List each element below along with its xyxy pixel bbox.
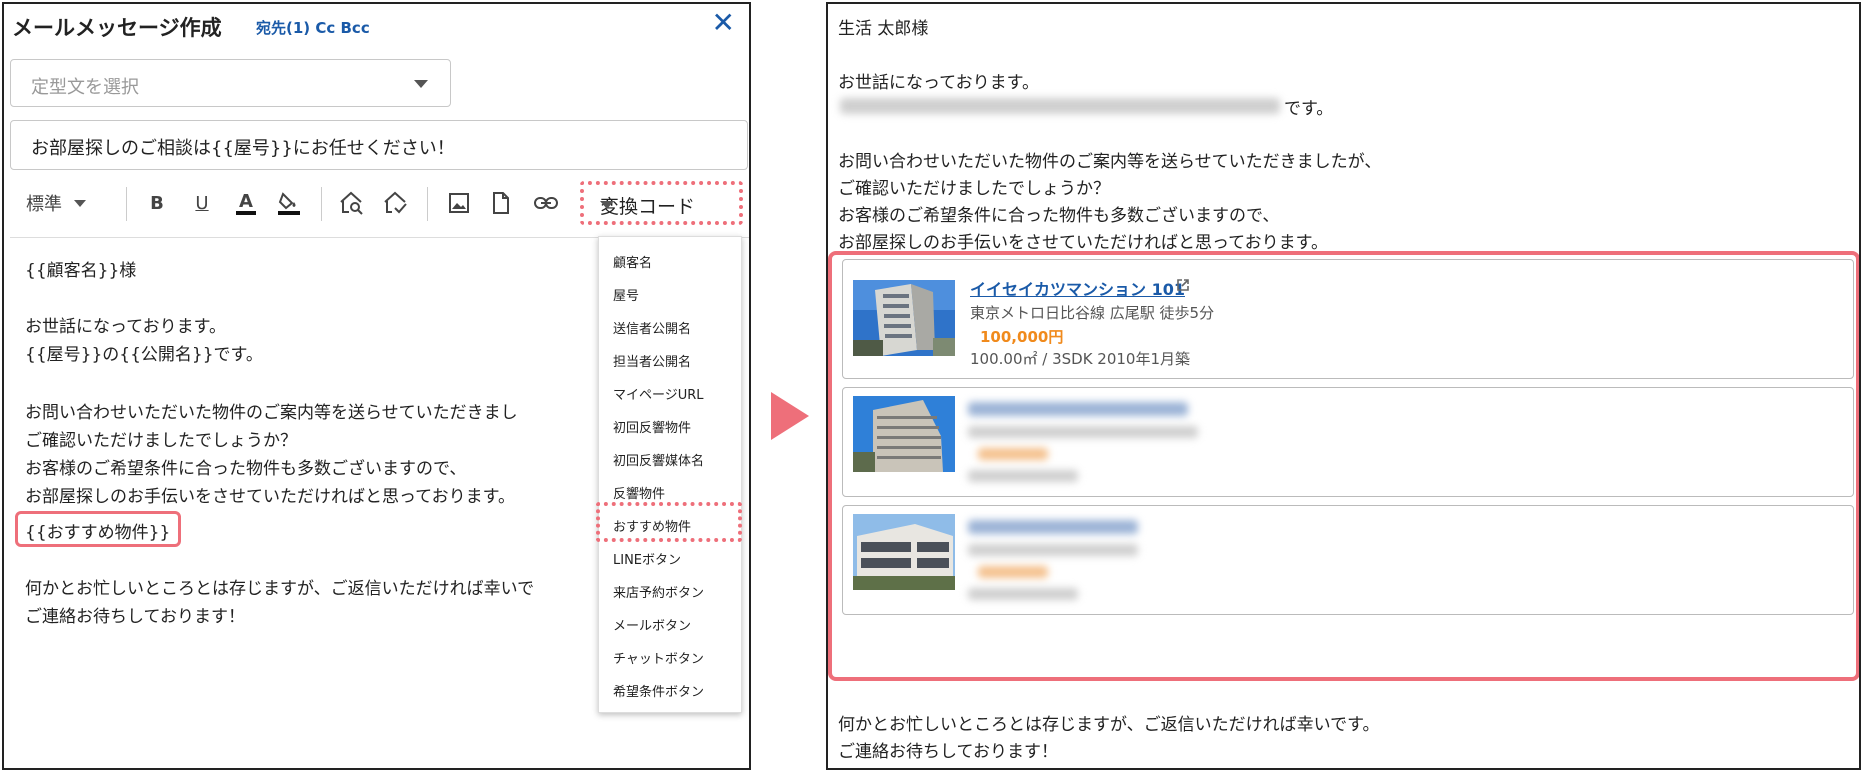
body-line: お客様のご希望条件に合った物件も多数ございますので、	[25, 459, 467, 479]
menu-item[interactable]: チャットボタン	[613, 648, 704, 667]
property-name-link[interactable]: イイセイカツマンション 101	[970, 276, 1185, 300]
blurred-property-info	[968, 544, 1138, 556]
compose-title: メールメッセージ作成	[12, 16, 222, 40]
arrow-right-icon	[771, 392, 809, 440]
svg-text:A: A	[239, 191, 253, 212]
recipients-link[interactable]: 宛先(1) Cc Bcc	[256, 17, 370, 38]
property-detail: 100.00㎡ / 3SDK 2010年1月築	[970, 350, 1191, 368]
menu-item[interactable]: 初回反響媒体名	[613, 450, 704, 469]
property-card[interactable]	[842, 387, 1854, 497]
file-icon[interactable]	[486, 185, 516, 221]
preview-line: です。	[1284, 99, 1334, 119]
menu-item[interactable]: 顧客名	[613, 252, 652, 271]
convert-code-menu: 顧客名 屋号 送信者公開名 担当者公開名 マイページURL 初回反響物件 初回反…	[598, 236, 742, 713]
link-icon[interactable]	[529, 185, 563, 221]
search-replace-icon[interactable]	[336, 185, 366, 221]
menu-item[interactable]: 来店予約ボタン	[613, 582, 704, 601]
font-color-icon[interactable]: A	[231, 185, 261, 221]
placeholder-highlight	[15, 511, 181, 547]
blurred-property-name	[968, 520, 1138, 534]
blurred-property-detail	[968, 588, 1078, 600]
body-line: お世話になっております。	[25, 317, 226, 337]
body-line: お問い合わせいただいた物件のご案内等を送らせていただきまし	[25, 403, 518, 423]
font-size-select[interactable]: 標準	[26, 185, 86, 221]
convert-code-label: 変換コード	[600, 196, 696, 218]
preview-line: ご連絡お待ちしております！	[838, 742, 1058, 762]
menu-item[interactable]: メールボタン	[613, 615, 691, 634]
external-link-icon[interactable]	[1176, 278, 1190, 292]
property-photo	[853, 396, 955, 472]
toolbar-divider	[321, 187, 322, 221]
menu-item[interactable]: マイページURL	[613, 384, 704, 403]
body-line: {{顧客名}}様	[25, 261, 137, 281]
preview-line: お客様のご希望条件に合った物件も多数ございますので、	[838, 206, 1280, 226]
preview-line: 生活 太郎様	[838, 19, 929, 39]
body-line: ご確認いただけましたでしょうか？	[25, 431, 297, 451]
compose-header: メールメッセージ作成 宛先(1) Cc Bcc ✕	[4, 4, 749, 46]
preview-line: お世話になっております。	[838, 73, 1039, 93]
menu-item[interactable]: 反響物件	[613, 483, 665, 502]
template-select-placeholder: 定型文を選択	[31, 77, 139, 98]
blurred-property-price	[978, 448, 1048, 460]
bold-icon[interactable]: B	[142, 185, 172, 221]
toolbar-divider	[126, 187, 127, 221]
menu-item[interactable]: 担当者公開名	[613, 351, 691, 370]
body-line: 何かとお忙しいところとは存じますが、ご返信いただければ幸いで	[25, 579, 535, 599]
property-card[interactable]	[842, 505, 1854, 615]
blurred-property-price	[978, 566, 1048, 578]
property-card[interactable]: イイセイカツマンション 101 東京メトロ日比谷線 広尾駅 徒歩5分 100,0…	[842, 259, 1854, 379]
redo-icon[interactable]	[380, 185, 410, 221]
menu-item[interactable]: 初回反響物件	[613, 417, 691, 436]
blurred-property-detail	[968, 470, 1078, 482]
preview-line: お問い合わせいただいた物件のご案内等を送らせていただきましたが、	[838, 152, 1382, 172]
preview-line: 何かとお忙しいところとは存じますが、ご返信いただければ幸いです。	[838, 715, 1380, 735]
menu-item[interactable]: 屋号	[613, 285, 639, 304]
preview-line: ご確認いただけましたでしょうか？	[838, 179, 1110, 199]
recommended-properties: イイセイカツマンション 101 東京メトロ日比谷線 広尾駅 徒歩5分 100,0…	[828, 251, 1859, 681]
fill-color-icon[interactable]	[274, 185, 304, 221]
property-price: 100,000円	[980, 328, 1064, 346]
property-photo	[853, 514, 955, 590]
subject-value: お部屋探しのご相談は{{屋号}}にお任せください！	[31, 138, 455, 159]
compose-panel: メールメッセージ作成 宛先(1) Cc Bcc ✕ 定型文を選択 お部屋探しのご…	[2, 2, 751, 770]
property-station: 東京メトロ日比谷線 広尾駅 徒歩5分	[970, 304, 1215, 322]
toolbar-divider	[427, 187, 428, 221]
convert-code-button[interactable]: 変換コード	[580, 181, 743, 225]
chevron-down-icon	[414, 80, 428, 88]
preview-panel: 生活 太郎様 お世話になっております。 です。 お問い合わせいただいた物件のご案…	[826, 2, 1861, 770]
font-size-label: 標準	[26, 194, 62, 215]
preview-line: お部屋探しのお手伝いをさせていただければと思っております。	[838, 233, 1328, 253]
image-icon[interactable]	[444, 185, 474, 221]
menu-item[interactable]: LINEボタン	[613, 549, 681, 568]
body-line: ご連絡お待ちしております！	[25, 607, 245, 627]
chevron-down-icon	[74, 199, 86, 207]
body-line: {{屋号}}の{{公開名}}です。	[25, 345, 263, 365]
blurred-property-info	[968, 426, 1198, 438]
property-photo	[853, 280, 955, 356]
chevron-down-icon	[600, 201, 614, 209]
subject-field[interactable]: お部屋探しのご相談は{{屋号}}にお任せください！	[10, 120, 748, 170]
template-select[interactable]: 定型文を選択	[10, 59, 451, 107]
underline-icon[interactable]: U	[187, 185, 217, 221]
blurred-property-name	[968, 402, 1188, 416]
close-icon[interactable]: ✕	[712, 9, 735, 37]
body-line: お部屋探しのお手伝いをさせていただければと思っております。	[25, 487, 515, 507]
menu-item[interactable]: 希望条件ボタン	[613, 681, 704, 700]
blurred-sender	[840, 98, 1280, 114]
menu-item-highlight	[596, 502, 742, 542]
menu-item[interactable]: 送信者公開名	[613, 318, 691, 337]
